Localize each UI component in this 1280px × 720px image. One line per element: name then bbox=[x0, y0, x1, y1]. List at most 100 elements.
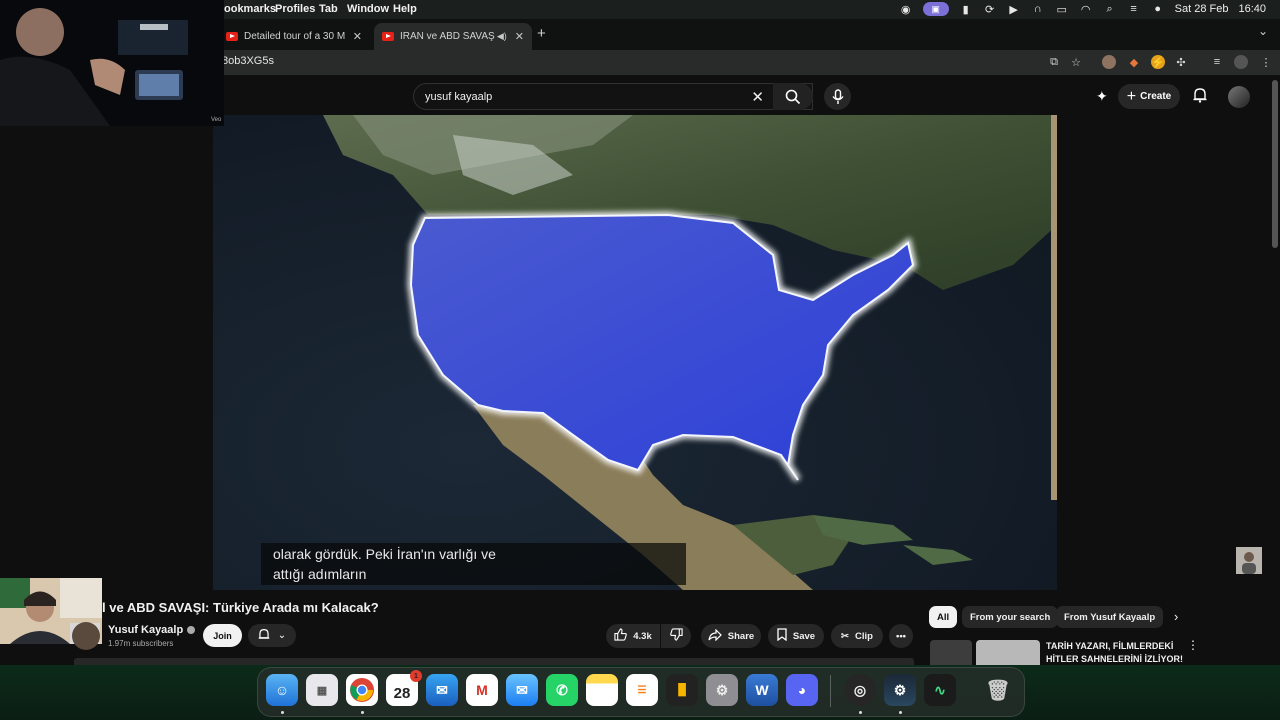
recommended-thumbnail[interactable] bbox=[930, 640, 972, 665]
thumbs-up-icon bbox=[614, 628, 628, 644]
account-avatar[interactable] bbox=[1228, 86, 1250, 108]
sync-icon[interactable]: ⟳ bbox=[983, 2, 997, 16]
extension-coin-icon[interactable]: ⚡ bbox=[1151, 55, 1165, 69]
calendar-icon[interactable]: 28 1 bbox=[386, 670, 422, 706]
share-button[interactable]: Share bbox=[701, 624, 761, 648]
subscriber-count: 1.97m subscribers bbox=[108, 639, 174, 648]
word-icon[interactable]: W bbox=[746, 674, 778, 706]
new-tab-button[interactable]: + bbox=[537, 25, 546, 42]
search-button[interactable] bbox=[773, 83, 813, 110]
clip-button[interactable]: ✂ Clip bbox=[831, 624, 883, 648]
cast-icon[interactable]: ⧉ bbox=[1047, 55, 1061, 69]
search-icon[interactable]: ⌕ bbox=[1103, 2, 1117, 16]
launchpad-icon[interactable]: ▦ bbox=[306, 674, 338, 706]
obs-icon[interactable]: ◉ bbox=[899, 2, 913, 16]
create-button[interactable]: + Create bbox=[1118, 84, 1180, 109]
menu-window[interactable]: Window bbox=[347, 3, 389, 15]
headphones-icon[interactable]: ∩ bbox=[1031, 2, 1045, 16]
tab-iran-abd[interactable]: İRAN ve ABD SAVAŞI: Türk ◀) ✕ bbox=[374, 23, 532, 50]
wifi-icon[interactable]: ◠ bbox=[1079, 2, 1093, 16]
battery-icon[interactable]: ▭ bbox=[1055, 2, 1069, 16]
video-caption: olarak gördük. Peki İran'ın varlığı ve a… bbox=[261, 543, 686, 585]
tab-title: Detailed tour of a 30 MILLION bbox=[244, 31, 345, 42]
recommended-thumbnail-2[interactable] bbox=[976, 640, 1040, 665]
menu-bookmarks[interactable]: ookmarks bbox=[224, 3, 276, 15]
extension-fox-icon[interactable]: ◆ bbox=[1127, 55, 1141, 69]
audio-playing-icon[interactable]: ◀) bbox=[497, 31, 507, 42]
share-label: Share bbox=[727, 630, 755, 642]
running-indicator bbox=[361, 711, 364, 714]
numbers-icon[interactable]: ▐▌ bbox=[666, 674, 698, 706]
tab-detailed-tour[interactable]: Detailed tour of a 30 MILLION ✕ bbox=[218, 23, 370, 50]
obs-studio-icon[interactable]: ◎ bbox=[844, 674, 876, 706]
channel-name[interactable]: Yusuf Kayaalp bbox=[108, 624, 196, 636]
cam-label: Veo bbox=[211, 117, 222, 123]
share-arrow-icon bbox=[708, 628, 722, 644]
profile-avatar-icon[interactable] bbox=[1234, 55, 1248, 69]
video-player[interactable] bbox=[213, 115, 1057, 590]
page-scrollbar[interactable] bbox=[1272, 80, 1278, 248]
gmail-icon[interactable]: M bbox=[466, 674, 498, 706]
cast-studio-icon[interactable]: ✦ bbox=[1096, 88, 1108, 105]
extensions-puzzle-icon[interactable]: ✣ bbox=[1174, 55, 1188, 69]
menu-profiles[interactable]: Profiles bbox=[275, 3, 315, 15]
discord-icon[interactable]: ◕ bbox=[786, 674, 818, 706]
menubar-time[interactable]: 16:40 bbox=[1238, 3, 1266, 15]
voice-search-button[interactable] bbox=[824, 83, 851, 110]
bell-icon bbox=[258, 628, 270, 644]
close-tab-icon[interactable]: ✕ bbox=[515, 30, 524, 43]
whatsapp-icon[interactable]: ✆ bbox=[546, 674, 578, 706]
close-tab-icon[interactable]: ✕ bbox=[353, 30, 362, 43]
chip-from-channel[interactable]: From Yusuf Kayaalp bbox=[1056, 606, 1164, 628]
outlook-icon[interactable]: ✉ bbox=[426, 674, 458, 706]
siri-icon[interactable]: ● bbox=[1151, 2, 1165, 16]
finder-icon[interactable]: ☺ bbox=[266, 674, 298, 706]
system-settings-icon[interactable]: ⚙ bbox=[706, 674, 738, 706]
like-button[interactable]: 4.3k bbox=[606, 624, 660, 648]
chrome-menu-icon[interactable]: ⋮ bbox=[1259, 55, 1273, 69]
activity-monitor-icon[interactable]: ∿ bbox=[924, 674, 956, 706]
address-bar[interactable]: 8ob3XG5s bbox=[222, 55, 274, 67]
join-button[interactable]: Join bbox=[203, 624, 242, 647]
extension-avatar-icon[interactable] bbox=[1102, 55, 1116, 69]
mail-icon[interactable]: ✉ bbox=[506, 674, 538, 706]
menu-help[interactable]: Help bbox=[393, 3, 417, 15]
recommended-more-icon[interactable]: ⋮ bbox=[1187, 638, 1199, 652]
search-input[interactable]: yusuf kayaalp bbox=[425, 91, 492, 103]
caption-line-2: attığı adımların bbox=[273, 566, 367, 582]
menu-tab[interactable]: Tab bbox=[319, 3, 338, 15]
dock-separator bbox=[830, 675, 831, 707]
chip-from-search[interactable]: From your search bbox=[962, 606, 1059, 628]
webcam-overlay-car: Veo bbox=[0, 0, 224, 126]
dislike-button[interactable] bbox=[661, 624, 691, 648]
menubar-date[interactable]: Sat 28 Feb bbox=[1175, 3, 1229, 15]
assistant-pill-icon[interactable]: ▣ bbox=[922, 2, 949, 16]
clear-search-icon[interactable]: ✕ bbox=[751, 88, 764, 106]
tab-search-chevron-icon[interactable]: ⌄ bbox=[1258, 24, 1268, 38]
media-queue-icon[interactable]: ≡ bbox=[1210, 55, 1224, 69]
recommended-title[interactable]: TARİH YAZARI, FİLMLERDEKİ HİTLER SAHNELE… bbox=[1046, 640, 1186, 666]
trash-icon[interactable]: 🗑 bbox=[982, 674, 1014, 706]
channel-avatar[interactable] bbox=[72, 622, 100, 650]
youtube-favicon-icon bbox=[382, 32, 394, 41]
bookmark-star-icon[interactable]: ☆ bbox=[1069, 55, 1083, 69]
control-center-icon[interactable]: ≡ bbox=[1127, 2, 1141, 16]
youtube-favicon-icon bbox=[226, 32, 238, 41]
play-icon[interactable]: ▶ bbox=[1007, 2, 1021, 16]
channel-watermark[interactable] bbox=[1236, 547, 1262, 574]
more-actions-button[interactable]: ••• bbox=[889, 624, 913, 648]
create-label: Create bbox=[1140, 91, 1172, 102]
verified-badge-icon bbox=[187, 626, 196, 635]
chip-all[interactable]: All bbox=[929, 606, 958, 628]
save-button[interactable]: Save bbox=[768, 624, 824, 648]
notifications-bell-icon[interactable] bbox=[1193, 87, 1207, 106]
chrome-icon[interactable] bbox=[346, 674, 378, 706]
search-box[interactable]: yusuf kayaalp ✕ bbox=[413, 83, 813, 110]
steam-icon[interactable]: ⚙ bbox=[884, 674, 916, 706]
reminders-icon[interactable]: ☰ bbox=[626, 674, 658, 706]
battery-health-icon[interactable]: ▮ bbox=[959, 2, 973, 16]
chevron-right-icon[interactable]: › bbox=[1174, 609, 1178, 624]
notes-icon[interactable] bbox=[586, 674, 618, 706]
subscription-bell-button[interactable]: ⌄ bbox=[248, 624, 296, 647]
description-box[interactable] bbox=[74, 658, 914, 665]
